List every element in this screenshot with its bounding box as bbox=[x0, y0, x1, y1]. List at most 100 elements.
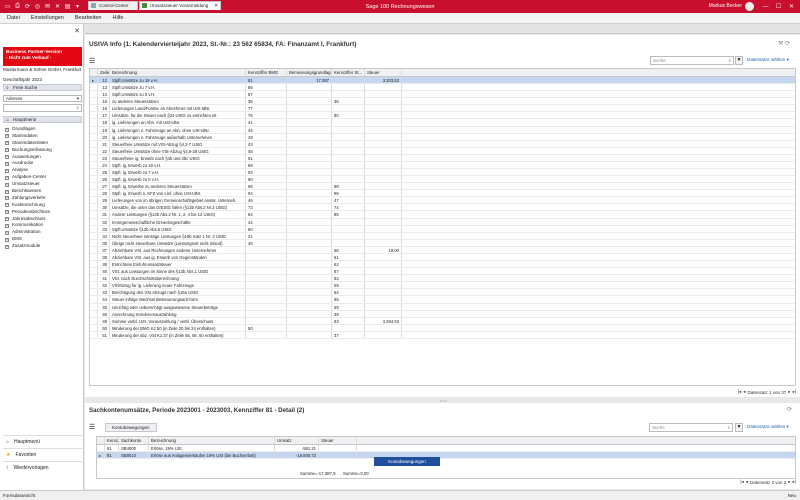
table-row[interactable]: 51 Minderung der abz. VSt Kz.37 (in Zeile… bbox=[90, 331, 795, 339]
table-row[interactable]: 19 ig. Lieferungen n. Fahrzeuge an Abn. o… bbox=[90, 126, 795, 134]
expand-icon[interactable]: + bbox=[5, 182, 9, 187]
table-row[interactable]: 44 Steuer infolge Wechsel Besteuerungsart… bbox=[90, 296, 795, 304]
grid-search-input[interactable]: Suche ⌕ bbox=[650, 56, 734, 65]
table-row[interactable]: 45 Unrichtig oder unberechtigt ausgewiese… bbox=[90, 303, 795, 311]
table-row[interactable]: 16 Lieferungen Land/Forstw. an Abnehmer m… bbox=[90, 105, 795, 113]
minimize-icon[interactable]: — bbox=[759, 0, 772, 13]
expand-icon[interactable]: + bbox=[5, 189, 9, 194]
close-sidebar-icon[interactable]: ✕ bbox=[74, 27, 80, 35]
next-page-icon[interactable]: ▸ bbox=[788, 389, 790, 395]
menu-icon[interactable]: ☰ bbox=[89, 423, 95, 431]
expand-icon[interactable]: + bbox=[5, 223, 9, 228]
tree-item[interactable]: + Administration bbox=[3, 229, 82, 236]
table-row[interactable]: 28 Stpfl. ig. Erwerb n. KFZ von Lief. ohn… bbox=[90, 190, 795, 198]
menu-settings[interactable]: Einstellungen bbox=[31, 15, 64, 21]
expand-icon[interactable]: + bbox=[5, 237, 9, 242]
table-row[interactable]: 50 Minderung der BMG Kz.50 (in Zeile 20 b… bbox=[90, 324, 795, 332]
next-page-icon[interactable]: ▸ bbox=[788, 479, 790, 485]
prev-page-icon[interactable]: ◂ bbox=[743, 389, 745, 395]
table-row[interactable]: 46 Anrechnung Sondervorauszahlung 39 bbox=[90, 310, 795, 318]
table-row[interactable]: 26 Stpfl. ig. Erwerb zu 0 v.H. 90 bbox=[90, 176, 795, 184]
menu-help[interactable]: Hilfe bbox=[112, 15, 123, 21]
column-header[interactable]: Steuer bbox=[365, 69, 402, 76]
table-row[interactable]: 33 Stpfl.Umsätze §13b Abs.5 UStG 60 bbox=[90, 225, 795, 233]
tree-item[interactable]: + Stammdatenlisten bbox=[3, 140, 82, 147]
nav-favorites[interactable]: ★ Favoriten bbox=[3, 448, 82, 460]
tree-item[interactable]: + Analyse bbox=[3, 167, 82, 174]
table-row[interactable]: 23 Steuerfreier ig. Erwerb nach §4b und 2… bbox=[90, 154, 795, 162]
save-icon[interactable]: ▭ bbox=[4, 3, 11, 10]
prev-page-icon[interactable]: ◂ bbox=[746, 479, 748, 485]
tree-item[interactable]: + Kommunikation bbox=[3, 222, 82, 229]
column-header[interactable]: Sachkonto bbox=[119, 437, 149, 444]
nav-main-menu[interactable]: ⌂ Hauptmenü bbox=[3, 435, 82, 447]
expand-icon[interactable]: + bbox=[5, 244, 9, 249]
table-row[interactable]: ▸ 81 SB8010 Erlöse aus Anlagenverkäufen 19%… bbox=[97, 452, 795, 460]
tab-vat-return[interactable]: Umsatzsteuer-Voranmeldung ✕ bbox=[139, 1, 221, 10]
refresh-icon[interactable]: ⟳ bbox=[24, 3, 31, 10]
table-row[interactable]: 42 VStAbzug für ig. Lieferung neuer Fahrz… bbox=[90, 282, 795, 290]
table-row[interactable]: 40 VSt. aus Leistungen im Sinne des §13b … bbox=[90, 268, 795, 276]
column-header[interactable]: Bemessungsgrundlage bbox=[287, 69, 332, 76]
detail-search-input[interactable]: Suche ⌕ bbox=[649, 423, 733, 432]
table-row[interactable]: 18 ig. Lieferungen an Abn. mit USt-IdNr. 4… bbox=[90, 119, 795, 127]
table-row[interactable]: 30 Umsätze, die unter das GrEStG fallen (… bbox=[90, 204, 795, 212]
tab-account-movements[interactable]: Kontobewegungen bbox=[105, 423, 157, 432]
tree-item[interactable]: + Berichtswesen bbox=[3, 188, 82, 195]
select-records-link[interactable]: Datensätze wählen ▾ bbox=[747, 424, 789, 430]
close-document-icon[interactable]: ✕ bbox=[54, 3, 61, 10]
table-row[interactable]: 39 Entrichtete Einfuhrumsatzsteuer 62 bbox=[90, 261, 795, 269]
expand-icon[interactable]: + bbox=[5, 168, 9, 173]
filter-icon[interactable]: ▼ bbox=[735, 56, 743, 65]
refresh-icon[interactable]: ⟳ bbox=[787, 406, 792, 413]
select-records-link[interactable]: Datensätze wählen ▾ bbox=[747, 57, 789, 63]
expand-icon[interactable]: + bbox=[5, 230, 9, 235]
nav-resubmissions[interactable]: ⌇ Wiedervorlagen bbox=[3, 461, 82, 473]
close-tab-icon[interactable]: ✕ bbox=[214, 2, 218, 10]
tree-item[interactable]: + Umsatzsteuer bbox=[3, 181, 82, 188]
quick-access-dropdown-icon[interactable]: ▾ bbox=[74, 3, 81, 10]
globe-icon[interactable]: ◎ bbox=[34, 3, 41, 10]
tree-item[interactable]: + Buchungserfassung bbox=[3, 147, 82, 154]
expand-icon[interactable]: + bbox=[5, 127, 9, 132]
email-icon[interactable]: ✉ bbox=[44, 3, 51, 10]
main-menu-header[interactable]: ⌂ Hauptmenü bbox=[3, 116, 82, 123]
table-row[interactable]: 81 SB4000 Erlöse, 19% USt -581,21 bbox=[97, 445, 795, 453]
search-type-select[interactable]: Adresse ▾ bbox=[3, 95, 82, 102]
column-header[interactable]: Kennziffer bbox=[105, 437, 119, 444]
expand-icon[interactable]: + bbox=[5, 161, 9, 166]
avatar[interactable] bbox=[745, 2, 754, 11]
first-page-icon[interactable]: |◂ bbox=[738, 389, 741, 395]
table-row[interactable]: 24 Stpfl. ig. Erwerb zu 19 v.H. 89 bbox=[90, 161, 795, 170]
table-row[interactable]: 32 Innergemeinschaftliche Dreiecksgeschäf… bbox=[90, 218, 795, 226]
column-header[interactable]: Bezeichnung bbox=[110, 69, 246, 76]
column-header[interactable]: Kennziffer BMG bbox=[246, 69, 287, 76]
column-header[interactable]: Bezeichnung bbox=[149, 437, 275, 444]
table-row[interactable]: 14 Stpfl.Umsätze zu 0 v.H. 87 bbox=[90, 91, 795, 99]
table-row[interactable]: 22 Steuerfreie Umsätze ohne VSt-Abzug §4,… bbox=[90, 147, 795, 155]
tree-item[interactable]: + Ausdrucke bbox=[3, 160, 82, 167]
wrench-icon[interactable]: ⚒ bbox=[778, 41, 783, 47]
filter-icon[interactable]: ▼ bbox=[735, 423, 743, 432]
expand-icon[interactable]: + bbox=[5, 155, 9, 160]
tree-item[interactable]: + Stammdaten bbox=[3, 133, 82, 140]
expand-icon[interactable]: + bbox=[5, 210, 9, 215]
table-row[interactable]: ▸ 12 Stpfl.Umsätze zu 19 v.H. 81 17.387 3.303… bbox=[90, 77, 795, 85]
tree-item[interactable]: + Auswertungen bbox=[3, 154, 82, 161]
free-search-header[interactable]: ⌕ Freie Suche bbox=[3, 84, 82, 91]
tree-item[interactable]: + Zahlungsverkehr bbox=[3, 195, 82, 202]
column-header[interactable]: Zeile bbox=[98, 69, 110, 76]
expand-icon[interactable]: + bbox=[5, 148, 9, 153]
table-row[interactable]: 35 Übrige nicht steuerbare Umsätze (Leist… bbox=[90, 239, 795, 247]
tree-item[interactable]: + Aufgaben-Center bbox=[3, 174, 82, 181]
table-row[interactable]: 13 Stpfl.Umsätze zu 7 v.H. 86 bbox=[90, 84, 795, 92]
sidebar-search-input[interactable]: ⌕ bbox=[3, 104, 82, 112]
table-row[interactable]: 17 Umsätze, für die Steuer nach §24 UStG … bbox=[90, 112, 795, 120]
maximize-icon[interactable]: ☐ bbox=[772, 0, 785, 13]
table-row[interactable]: 20 ig. Lieferungen n. Fahrzeuge außerhalb… bbox=[90, 133, 795, 141]
tree-item[interactable]: + Jahresabschluss bbox=[3, 216, 82, 223]
expand-icon[interactable]: + bbox=[5, 141, 9, 146]
column-header[interactable]: Steuer bbox=[319, 437, 357, 444]
menu-icon[interactable]: ☰ bbox=[89, 57, 95, 65]
last-page-icon[interactable]: ▸| bbox=[793, 479, 796, 485]
